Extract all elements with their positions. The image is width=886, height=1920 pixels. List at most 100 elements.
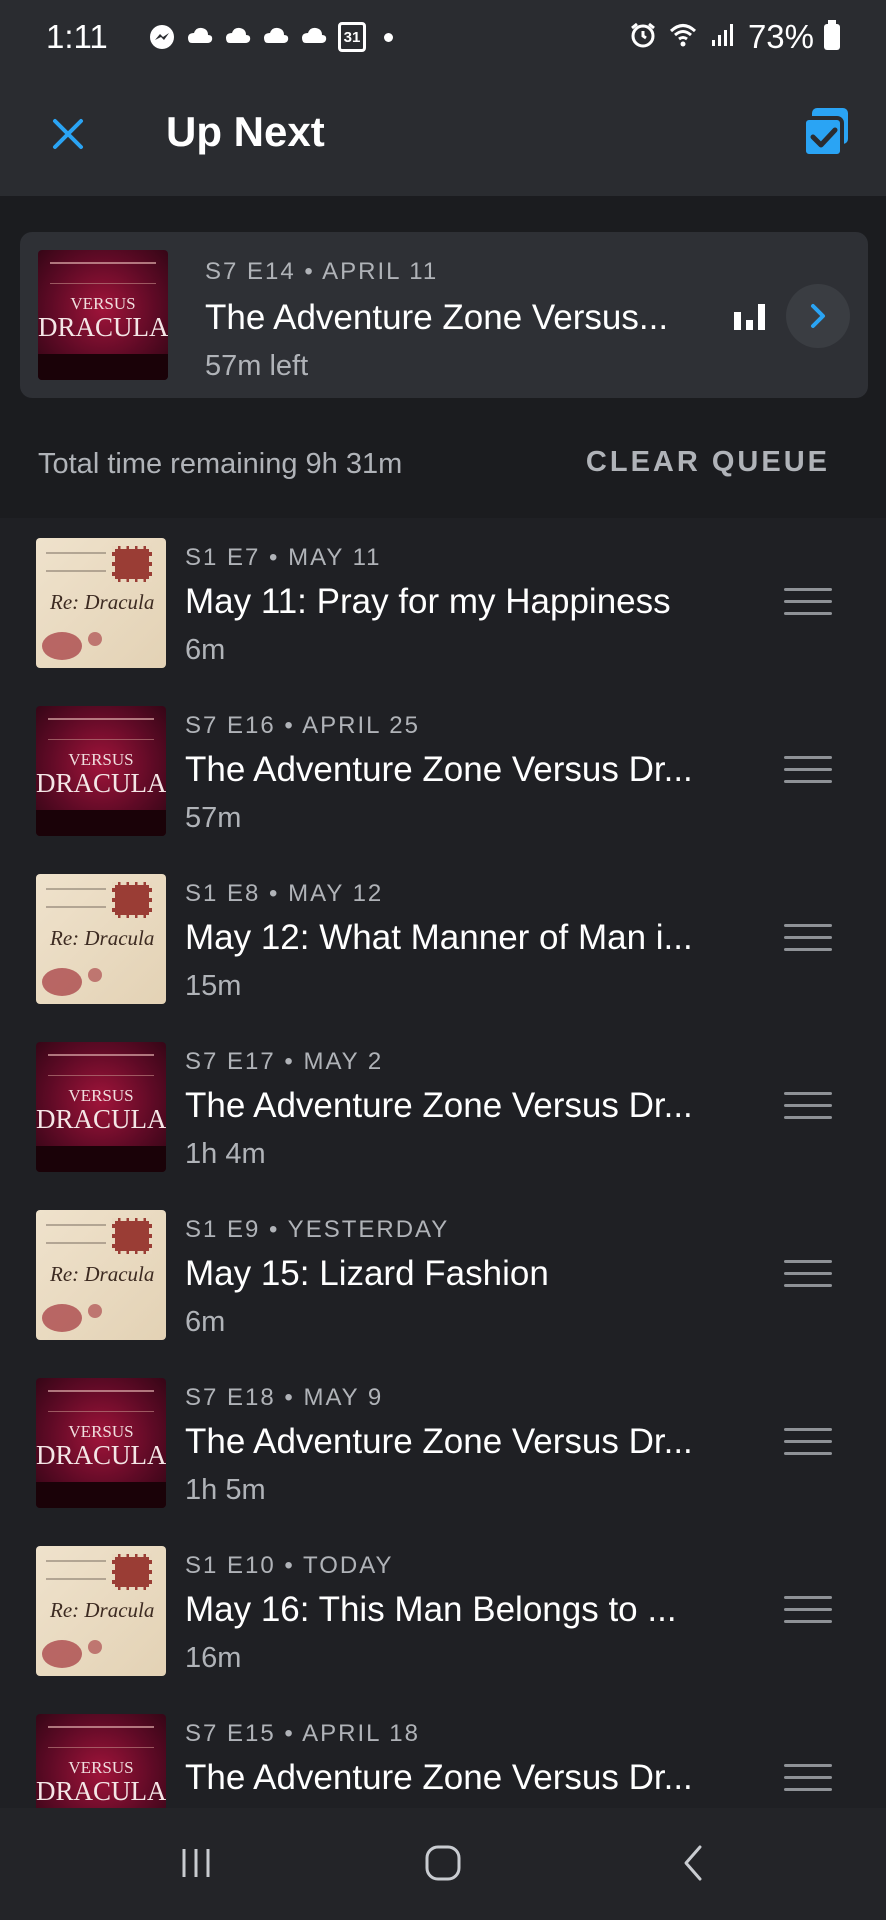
episode-artwork: Re: Dracula [36, 874, 166, 1004]
recents-button[interactable] [166, 1838, 226, 1888]
episode-artwork: Re: Dracula [36, 1210, 166, 1340]
status-notification-icons: 31 [148, 22, 393, 52]
system-nav-bar [0, 1808, 886, 1920]
status-system-icons: 73% [628, 18, 840, 56]
episode-duration: 16m [185, 1642, 242, 1674]
cloud-icon [262, 23, 290, 51]
battery-icon [824, 20, 840, 50]
episode-meta: S7 E15 • APRIL 18 [185, 1720, 420, 1747]
close-icon [53, 119, 83, 149]
multi-select-button[interactable] [798, 104, 854, 160]
episode-title: The Adventure Zone Versus... [205, 298, 669, 337]
episode-artwork: Re: Dracula [36, 1546, 166, 1676]
back-icon [684, 1845, 702, 1881]
episode-artwork: Re: Dracula [36, 538, 166, 668]
episode-artwork: VERSUS DRACULA [36, 1714, 166, 1808]
more-notifications-dot [384, 32, 393, 42]
artwork-text: VERSUS [68, 750, 134, 769]
time-remaining: 57m left [205, 350, 309, 382]
total-time-remaining: Total time remaining 9h 31m [38, 448, 403, 480]
episode-meta: S7 E16 • APRIL 25 [185, 712, 420, 739]
episode-title: May 12: What Manner of Man i... [185, 918, 693, 957]
app-bar: Up Next [0, 78, 886, 196]
episode-title: May 15: Lizard Fashion [185, 1254, 549, 1293]
wifi-icon [668, 20, 698, 55]
artwork-text: Re: Dracula [50, 1262, 155, 1286]
signal-icon [708, 20, 738, 55]
artwork-text: VERSUS [68, 1758, 134, 1777]
home-button[interactable] [413, 1838, 473, 1888]
drag-handle-icon[interactable] [784, 1764, 832, 1794]
episode-meta: S1 E7 • MAY 11 [185, 544, 382, 571]
queue-item[interactable]: VERSUS DRACULA S7 E18 • MAY 9 The Adventure… [0, 1358, 886, 1526]
clear-queue-button[interactable]: CLEAR QUEUE [586, 446, 830, 479]
drag-handle-icon[interactable] [784, 924, 832, 954]
messenger-icon [148, 23, 176, 51]
episode-artwork: VERSUS DRACULA [38, 250, 168, 380]
multi-select-icon [802, 108, 848, 158]
artwork-text: DRACULA [36, 1776, 166, 1806]
episode-meta: S1 E8 • MAY 12 [185, 880, 384, 907]
queue-item[interactable]: Re: Dracula S1 E8 • MAY 12 May 12: What Ma… [0, 854, 886, 1022]
queue-item[interactable]: Re: Dracula S1 E9 • YESTERDAY May 15: Liza… [0, 1190, 886, 1358]
close-button[interactable] [44, 110, 92, 158]
queue-summary: Total time remaining 9h 31m CLEAR QUEUE [0, 434, 886, 518]
queue-item[interactable]: Re: Dracula S1 E7 • MAY 11 May 11: Pray fo… [0, 518, 886, 686]
alarm-icon [628, 20, 658, 55]
episode-duration: 1h 5m [185, 1474, 266, 1506]
playing-equalizer-icon [734, 304, 765, 330]
artwork-text: Re: Dracula [50, 1598, 155, 1622]
episode-duration: 57m [185, 802, 242, 834]
artwork-text: DRACULA [36, 1440, 166, 1470]
episode-duration: 15m [185, 970, 242, 1002]
queue-item[interactable]: VERSUS DRACULA S7 E15 • APRIL 18 The Advent… [0, 1694, 886, 1808]
artwork-text: DRACULA [36, 768, 166, 798]
artwork-text: Re: Dracula [50, 590, 155, 614]
back-button[interactable] [663, 1838, 723, 1888]
cloud-icon [224, 23, 252, 51]
home-icon [425, 1845, 461, 1881]
episode-meta: S7 E17 • MAY 2 [185, 1048, 384, 1075]
episode-meta: S7 E14 • APRIL 11 [205, 258, 439, 285]
drag-handle-icon[interactable] [784, 1596, 832, 1626]
artwork-text: VERSUS [68, 1086, 134, 1105]
status-bar: 1:11 31 73% [0, 0, 886, 78]
episode-title: May 16: This Man Belongs to ... [185, 1590, 677, 1629]
page-title: Up Next [166, 108, 325, 155]
episode-title: The Adventure Zone Versus Dr... [185, 1422, 693, 1461]
open-episode-button[interactable] [786, 284, 850, 348]
queue-item[interactable]: Re: Dracula S1 E10 • TODAY May 16: This Ma… [0, 1526, 886, 1694]
episode-title: The Adventure Zone Versus Dr... [185, 750, 693, 789]
calendar-icon: 31 [338, 22, 366, 52]
drag-handle-icon[interactable] [784, 1092, 832, 1122]
queue-item[interactable]: VERSUS DRACULA S7 E16 • APRIL 25 The Advent… [0, 686, 886, 854]
drag-handle-icon[interactable] [784, 588, 832, 618]
episode-title: The Adventure Zone Versus Dr... [185, 1086, 693, 1125]
episode-artwork: VERSUS DRACULA [36, 1378, 166, 1508]
episode-duration: 6m [185, 1306, 226, 1338]
drag-handle-icon[interactable] [784, 1260, 832, 1290]
episode-duration: 6m [185, 634, 226, 666]
battery-percent: 73% [747, 18, 814, 55]
episode-title: The Adventure Zone Versus Dr... [185, 1758, 693, 1797]
drag-handle-icon[interactable] [784, 1428, 832, 1458]
episode-artwork: VERSUS DRACULA [36, 706, 166, 836]
episode-meta: S1 E9 • YESTERDAY [185, 1216, 450, 1243]
queue-item[interactable]: VERSUS DRACULA S7 E17 • MAY 2 The Adventure… [0, 1022, 886, 1190]
artwork-text: VERSUS [70, 294, 136, 313]
status-time: 1:11 [46, 18, 108, 55]
artwork-text: DRACULA [38, 312, 168, 342]
episode-meta: S1 E10 • TODAY [185, 1552, 394, 1579]
cloud-icon [186, 23, 214, 51]
now-playing-card[interactable]: VERSUS DRACULA S7 E14 • APRIL 11 The Adv… [20, 232, 868, 398]
artwork-text: Re: Dracula [50, 926, 155, 950]
chevron-right-icon [811, 304, 825, 328]
episode-meta: S7 E18 • MAY 9 [185, 1384, 384, 1411]
episode-title: May 11: Pray for my Happiness [185, 582, 671, 621]
episode-artwork: VERSUS DRACULA [36, 1042, 166, 1172]
artwork-text: VERSUS [68, 1422, 134, 1441]
artwork-text: DRACULA [36, 1104, 166, 1134]
episode-duration: 1h 4m [185, 1138, 266, 1170]
drag-handle-icon[interactable] [784, 756, 832, 786]
recents-icon [182, 1849, 210, 1877]
